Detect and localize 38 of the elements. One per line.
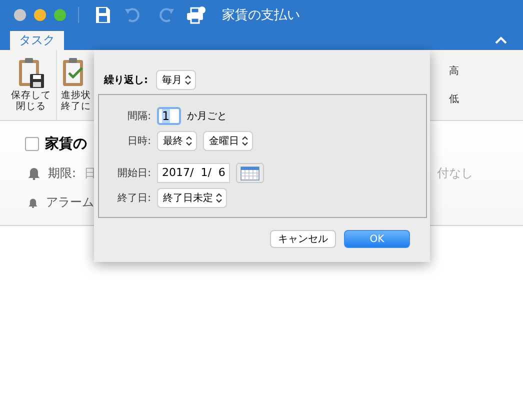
interval-field[interactable]: 1 [157,107,181,125]
priority-label[interactable]: 高 [449,64,469,78]
zoom-icon[interactable] [54,9,66,21]
save-icon[interactable] [93,6,113,24]
bell-icon [28,167,40,180]
minimize-icon[interactable] [34,9,46,21]
priority-label[interactable]: 低 [449,92,469,106]
stepper-icon [186,136,192,146]
complete-checkbox[interactable] [25,137,39,151]
calendar-icon [240,165,260,181]
end-date-label: 終了日: [116,192,151,205]
due-label: 期限: [48,165,76,182]
alarm-label: アラーム [46,194,94,211]
ribbon-button-label[interactable]: 保存して 閉じる [11,90,51,112]
cancel-button[interactable]: キャンセル [270,230,336,248]
interval-unit: か月ごと [187,110,227,123]
calendar-button[interactable] [236,163,264,183]
stepper-icon [216,193,222,203]
ordinal-select[interactable]: 最終 [157,131,197,151]
end-date-select[interactable]: 終了日未定 [157,188,227,208]
stepper-icon [242,136,248,146]
close-icon[interactable] [14,9,26,21]
start-date-label: 開始日: [116,167,151,180]
stepper-icon [185,75,191,85]
collapse-icon[interactable] [495,36,507,44]
start-date-field[interactable]: 2017/ 1/ 6 [157,163,230,183]
tab[interactable]: タスク [10,31,64,50]
weekday-select[interactable]: 金曜日 [203,131,253,151]
clipboard-save-icon[interactable] [17,56,45,90]
bell-icon [28,198,38,208]
window-title: 家賃の支払い [222,7,300,24]
interval-label: 間隔: [126,110,151,123]
ribbon-button-label[interactable]: 進捗状 終了に [61,90,91,112]
day-label: 日時: [126,134,151,148]
printer-icon[interactable] [186,6,206,24]
repeat-select[interactable]: 毎月 [156,70,196,90]
task-title: 家賃の [45,135,87,153]
repeat-label: 繰り返し: [104,74,148,87]
